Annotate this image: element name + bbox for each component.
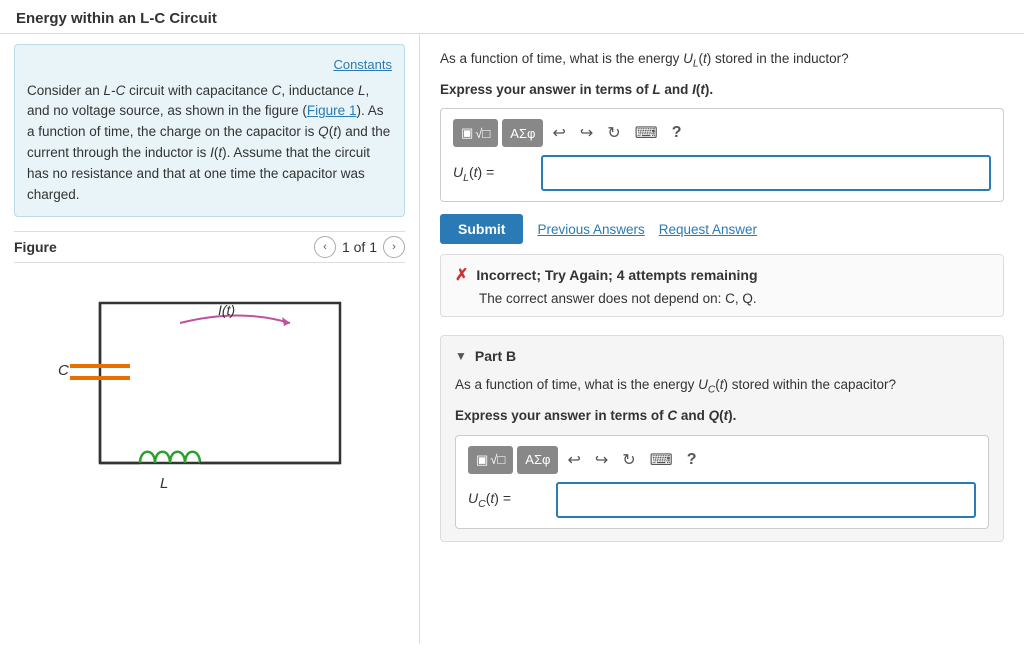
problem-text: Consider an L-C circuit with capacitance… <box>27 81 392 207</box>
redo-btn[interactable]: ↪ <box>575 119 598 147</box>
help-btn[interactable]: ? <box>667 119 687 147</box>
undo-btn[interactable]: ↩ <box>547 119 570 147</box>
part-b-header[interactable]: ▼ Part B <box>455 348 989 364</box>
part-b-sqrt-icon: √□ <box>490 452 505 467</box>
part-a-question: As a function of time, what is the energ… <box>440 48 1004 73</box>
part-a-submit-row: Submit Previous Answers Request Answer <box>440 214 1004 244</box>
part-a-answer-box: ▣ √□ ΑΣφ ↩ ↪ ↻ ⌨ ? UL(t) = <box>440 108 1004 202</box>
part-b-refresh-btn[interactable]: ↻ <box>617 446 640 474</box>
feedback-title: ✗ Incorrect; Try Again; 4 attempts remai… <box>455 265 989 285</box>
part-a-instruction: Express your answer in terms of L and I(… <box>440 79 1004 101</box>
previous-answers-link[interactable]: Previous Answers <box>537 222 644 237</box>
svg-text:L: L <box>160 475 168 492</box>
submit-btn[interactable]: Submit <box>440 214 523 244</box>
part-b-input-row: UC(t) = <box>468 482 976 518</box>
part-b-label: Part B <box>475 348 516 364</box>
incorrect-icon: ✗ <box>455 265 468 285</box>
greek-label: ΑΣφ <box>510 126 535 141</box>
part-b-help-btn[interactable]: ? <box>682 446 702 474</box>
refresh-btn[interactable]: ↻ <box>602 119 625 147</box>
next-figure-btn[interactable]: › <box>383 236 405 258</box>
figure-nav: ‹ 1 of 1 › <box>314 236 405 258</box>
part-b-formula-label: UC(t) = <box>468 490 548 510</box>
figure-area: C L I(t) <box>14 273 405 493</box>
right-panel: As a function of time, what is the energ… <box>420 34 1024 644</box>
part-b-greek-symbols-btn[interactable]: ΑΣφ <box>517 446 558 474</box>
svg-text:C: C <box>58 362 69 379</box>
part-b-instruction: Express your answer in terms of C and Q(… <box>455 405 989 427</box>
part-b-answer-box: ▣ √□ ΑΣφ ↩ ↪ ↻ ⌨ ? UC(t) = <box>455 435 989 529</box>
sqrt-icon: √□ <box>475 126 490 141</box>
feedback-detail: The correct answer does not depend on: C… <box>455 291 989 306</box>
circuit-diagram: C L I(t) <box>40 273 380 493</box>
part-b-section: ▼ Part B As a function of time, what is … <box>440 335 1004 541</box>
math-template-icon: ▣ <box>461 125 473 141</box>
part-b-keyboard-btn[interactable]: ⌨ <box>645 446 678 474</box>
part-b-redo-btn[interactable]: ↪ <box>590 446 613 474</box>
part-a-input-row: UL(t) = <box>453 155 991 191</box>
figure-label: Figure <box>14 239 57 255</box>
part-b-input[interactable] <box>556 482 976 518</box>
part-b-toolbar: ▣ √□ ΑΣφ ↩ ↪ ↻ ⌨ ? <box>468 446 976 474</box>
part-a-formula-label: UL(t) = <box>453 164 533 184</box>
part-b-question: As a function of time, what is the energ… <box>455 374 989 399</box>
collapse-arrow-icon: ▼ <box>455 349 467 363</box>
part-b-undo-btn[interactable]: ↩ <box>562 446 585 474</box>
left-panel: Constants Consider an L-C circuit with c… <box>0 34 420 644</box>
constants-link[interactable]: Constants <box>27 55 392 75</box>
problem-box: Constants Consider an L-C circuit with c… <box>14 44 405 217</box>
svg-text:I(t): I(t) <box>218 302 235 318</box>
part-a-section: As a function of time, what is the energ… <box>440 48 1004 317</box>
part-b-greek-label: ΑΣφ <box>525 452 550 467</box>
feedback-box: ✗ Incorrect; Try Again; 4 attempts remai… <box>440 254 1004 317</box>
request-answer-link[interactable]: Request Answer <box>659 222 757 237</box>
part-b-math-template-icon: ▣ <box>476 452 488 468</box>
page-title: Energy within an L-C Circuit <box>0 0 1024 34</box>
keyboard-btn[interactable]: ⌨ <box>630 119 663 147</box>
greek-symbols-btn[interactable]: ΑΣφ <box>502 119 543 147</box>
figure-header: Figure ‹ 1 of 1 › <box>14 231 405 263</box>
part-a-toolbar: ▣ √□ ΑΣφ ↩ ↪ ↻ ⌨ ? <box>453 119 991 147</box>
math-template-btn[interactable]: ▣ √□ <box>453 119 498 147</box>
figure-count: 1 of 1 <box>342 239 377 255</box>
part-a-input[interactable] <box>541 155 991 191</box>
part-b-math-template-btn[interactable]: ▣ √□ <box>468 446 513 474</box>
feedback-status-text: Incorrect; Try Again; 4 attempts remaini… <box>476 267 757 283</box>
prev-figure-btn[interactable]: ‹ <box>314 236 336 258</box>
